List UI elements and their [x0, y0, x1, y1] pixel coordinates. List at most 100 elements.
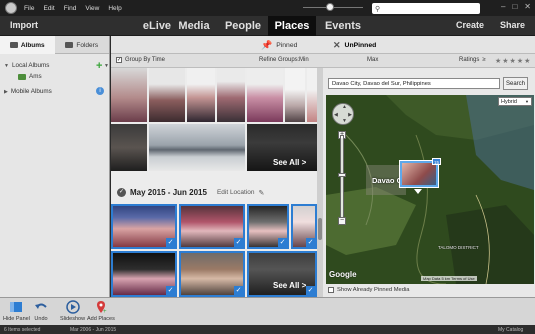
menu-view[interactable]: View — [85, 5, 99, 12]
photo-thumbnail-selected[interactable]: ✓ — [247, 204, 289, 249]
map-city-label: Davao C — [372, 176, 403, 185]
show-pinned-label: Show Already Pinned Media — [337, 287, 410, 293]
tab-unpinned[interactable]: ✕ UnPinned — [333, 38, 376, 52]
filter-bar: ✓ Group By Time Refine Groups: Min Max R… — [111, 54, 535, 68]
grid-scrollbar-thumb[interactable] — [318, 218, 322, 240]
show-pinned-checkbox[interactable] — [328, 287, 334, 293]
tab-albums[interactable]: Albums — [0, 36, 55, 54]
rating-stars[interactable]: ★★★★★ — [495, 57, 531, 65]
photo-thumbnail-selected[interactable]: ✓ — [111, 251, 177, 297]
album-icon — [18, 73, 26, 80]
photo-thumbnail-selected[interactable]: ✓ — [179, 204, 245, 249]
satellite-terrain — [326, 95, 534, 284]
sidebar: Albums Folders ▼ Local Albums + ▼ Ams ▶ … — [0, 36, 110, 297]
location-search-input[interactable]: Davao City, Davao del Sur, Philippines — [328, 78, 500, 89]
zoom-out-button[interactable]: − — [338, 217, 346, 225]
svg-text:+: + — [103, 309, 107, 314]
photo-thumbnail-selected[interactable]: ✓ — [111, 204, 177, 249]
see-all-link[interactable]: See All > — [273, 281, 306, 290]
ratings-label: Ratings — [459, 57, 480, 63]
slideshow-button[interactable]: Slideshow — [60, 300, 85, 322]
photo-thumbnail[interactable] — [187, 68, 215, 122]
pan-right-icon[interactable]: ▶ — [348, 112, 352, 118]
tab-pinned[interactable]: 📌 Pinned — [261, 38, 297, 52]
map-district-label: TALOMO DISTRICT — [438, 245, 479, 250]
selected-check-icon: ✓ — [166, 238, 175, 247]
selected-check-icon: ✓ — [234, 286, 243, 295]
photo-thumbnail[interactable] — [111, 68, 147, 122]
map-type-select[interactable]: Hybrid ▼ — [498, 97, 532, 106]
photo-thumbnail[interactable] — [247, 68, 283, 122]
hide-panel-button[interactable]: Hide Panel — [3, 300, 30, 322]
pin-count-badge: 15 — [432, 158, 441, 165]
tab-folders[interactable]: Folders — [55, 36, 110, 54]
photo-thumbnail[interactable] — [149, 124, 245, 171]
bottom-toolbar: Hide Panel Undo Slideshow + Add Places — [0, 297, 535, 325]
menu-edit[interactable]: Edit — [43, 5, 54, 12]
photo-thumbnail-selected[interactable]: ✓ — [291, 204, 317, 249]
minimize-button[interactable]: – — [501, 2, 505, 11]
chevron-down-icon[interactable]: ▼ — [104, 63, 109, 69]
photo-thumbnail[interactable] — [285, 68, 305, 122]
tab-places[interactable]: Places — [268, 16, 316, 36]
close-button[interactable]: ✕ — [524, 2, 531, 11]
map-view[interactable]: ▲ ▼ ◀ ▶ + − Hybrid ▼ Davao C TALOMO DIST… — [326, 95, 534, 284]
photo-thumbnail[interactable] — [217, 68, 245, 122]
catalog-name[interactable]: My Catalog — [498, 327, 523, 333]
unpin-icon: ✕ — [333, 39, 341, 50]
photo-thumbnail[interactable] — [149, 68, 185, 122]
pan-down-icon[interactable]: ▼ — [342, 118, 347, 124]
location-search-button[interactable]: Search — [503, 77, 528, 90]
create-button[interactable]: Create — [456, 20, 484, 30]
tab-albums-label: Albums — [20, 41, 45, 49]
show-pinned-toggle[interactable]: Show Already Pinned Media — [328, 287, 410, 293]
global-search[interactable]: ⚲ — [372, 3, 480, 14]
see-all-tile[interactable]: See All > — [247, 124, 317, 171]
photo-thumbnail[interactable] — [307, 68, 317, 122]
pin-photo-thumbnail — [402, 163, 436, 185]
tab-events[interactable]: Events — [320, 16, 366, 36]
add-places-button[interactable]: + Add Places — [87, 300, 115, 322]
photo-thumbnail[interactable] — [111, 124, 147, 171]
refine-groups-slider-handle[interactable] — [326, 3, 334, 11]
expand-triangle-icon: ▼ — [4, 62, 9, 69]
info-icon[interactable]: i — [96, 87, 104, 95]
search-input[interactable] — [380, 4, 471, 13]
menu-help[interactable]: Help — [108, 5, 121, 12]
zoom-slider[interactable] — [340, 135, 344, 219]
see-all-link[interactable]: See All > — [273, 158, 306, 167]
window-controls: – □ ✕ — [501, 2, 531, 11]
sidebar-item-album[interactable]: Ams — [18, 73, 42, 80]
selected-check-icon: ✓ — [166, 286, 175, 295]
refine-groups-label: Refine Groups: — [259, 57, 300, 63]
slideshow-label: Slideshow — [60, 316, 86, 322]
add-album-button[interactable]: + — [96, 60, 102, 72]
play-icon — [65, 300, 80, 314]
zoom-slider-handle[interactable] — [338, 173, 346, 177]
refine-min-label: Min — [299, 57, 309, 63]
map-attribution[interactable]: Map Data 5 km Terms of Use — [421, 276, 477, 281]
see-all-tile[interactable]: See All > ✓ — [247, 251, 317, 297]
local-albums-header[interactable]: ▼ Local Albums — [4, 62, 49, 69]
menu-file[interactable]: File — [24, 5, 34, 12]
pan-left-icon[interactable]: ◀ — [334, 112, 338, 118]
map-photo-pin[interactable]: 15 — [399, 158, 441, 194]
pan-up-icon[interactable]: ▲ — [342, 104, 347, 110]
undo-button[interactable]: Undo — [34, 300, 48, 322]
app-window: File Edit Find View Help ⚲ – □ ✕ Import … — [0, 0, 535, 334]
group-by-time-toggle[interactable]: ✓ Group By Time — [116, 57, 165, 63]
import-button[interactable]: Import — [10, 20, 38, 30]
maximize-button[interactable]: □ — [512, 2, 517, 11]
tab-people[interactable]: People — [220, 16, 266, 36]
photo-thumbnail-selected[interactable]: ✓ — [179, 251, 245, 297]
map-pan-control[interactable]: ▲ ▼ ◀ ▶ — [332, 103, 354, 125]
group-check-icon[interactable]: ✓ — [117, 188, 126, 197]
pencil-icon[interactable]: ✎ — [259, 189, 265, 197]
menu-bar: File Edit Find View Help ⚲ – □ ✕ — [0, 0, 535, 16]
group-by-time-checkbox[interactable]: ✓ — [116, 57, 122, 63]
mobile-albums-header[interactable]: ▶ Mobile Albums — [4, 88, 52, 95]
share-button[interactable]: Share — [500, 20, 525, 30]
tab-media[interactable]: Media — [172, 16, 216, 36]
menu-find[interactable]: Find — [64, 5, 77, 12]
edit-location-link[interactable]: Edit Location — [217, 189, 255, 196]
